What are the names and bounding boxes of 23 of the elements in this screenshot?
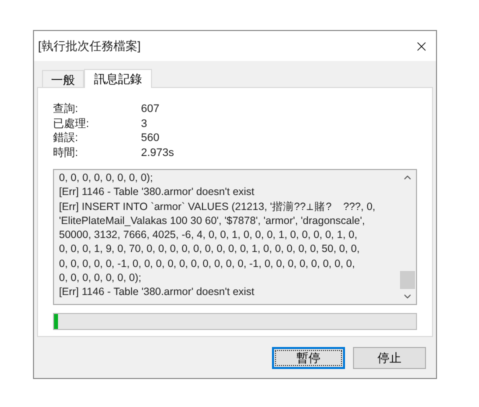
log-line: 0, 0, 0, 0, 0, 0, 0, 0); <box>59 171 154 186</box>
log-line: [Err] INSERT INTO `armor` VALUES (21213, '揩湔??⊥賭? ???, 0, <box>59 200 376 214</box>
stat-label: 錯誤: <box>53 131 80 146</box>
log-line: 50000, 3132, 7666, 4025, -6, 4, 0, 0, 1, 0, 0, 0, 1, 0, 0, 0, 0, 1, 0, <box>59 228 358 242</box>
dialog-button[interactable]: 停止 <box>353 347 426 369</box>
stat-value: 607 <box>141 102 160 117</box>
stat-value: 3 <box>141 116 148 132</box>
log-line: 0, 0, 0, 0, 0, 0, 0); <box>59 271 142 286</box>
scroll-thumb[interactable] <box>400 271 415 289</box>
dialog-button[interactable]: 暫停 <box>272 347 345 369</box>
stat-value: 560 <box>141 131 160 146</box>
log-line: 0, 0, 0, 0, 0, -1, 0, 0, 0, 0, 0, 0, 0, 0, 0, 0, -1, 0, 0, 0, 0, 0, 0, 0, 0, <box>59 256 356 272</box>
stat-value: 2.973s <box>141 146 174 160</box>
stat-label: 時間: <box>53 146 80 160</box>
log-line: 'ElitePlateMail_Valakas 100 30 60', '$7878', 'armor', 'dragonscale', <box>59 214 366 228</box>
log-line: [Err] 1146 - Table '380.armor' doesn't exist <box>59 285 256 300</box>
stat-label: 查詢: <box>53 102 80 117</box>
window-title: [執行批次任務檔案] <box>38 38 141 55</box>
log-line: 0, 0, 0, 1, 9, 0, 70, 0, 0, 0, 0, 0, 0, 0, 0, 0, 1, 0, 0, 0, 0, 0, 50, 0, 0, <box>59 242 361 257</box>
stat-label: 已處理: <box>53 116 90 132</box>
tab[interactable]: 訊息記錄 <box>84 69 152 88</box>
log-line: [Err] 1146 - Table '380.armor' doesn't exist <box>59 185 256 200</box>
tab[interactable]: 一般 <box>42 70 84 87</box>
